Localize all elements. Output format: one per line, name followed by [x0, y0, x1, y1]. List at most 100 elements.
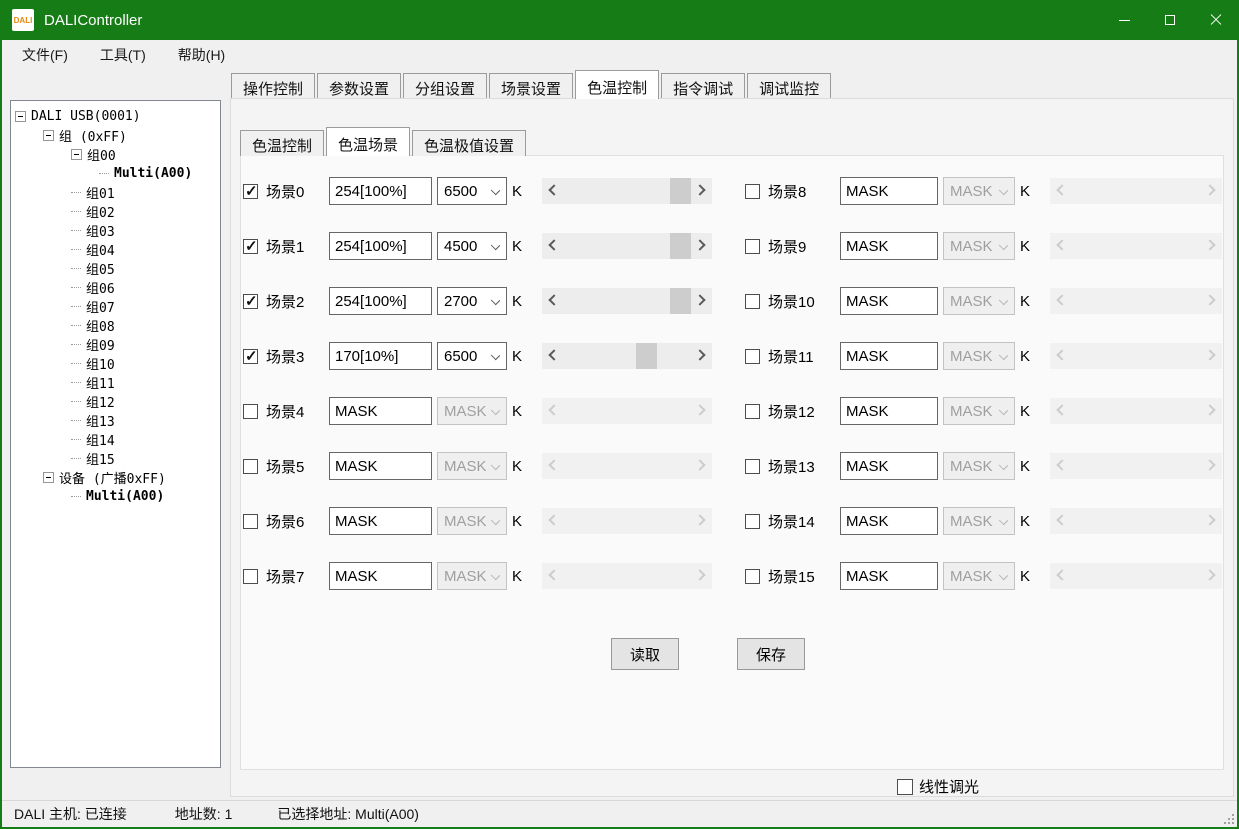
scroll-right-icon[interactable]: [1204, 514, 1215, 525]
scroll-left-icon[interactable]: [1056, 184, 1067, 195]
tree-item[interactable]: 组09: [11, 335, 220, 354]
scroll-right-icon[interactable]: [1204, 569, 1215, 580]
close-button[interactable]: [1193, 0, 1239, 40]
scene-temp-dropdown[interactable]: MASK: [943, 397, 1015, 425]
tree-item[interactable]: 组11: [11, 373, 220, 392]
scroll-left-icon[interactable]: [548, 459, 559, 470]
tree-expand-icon[interactable]: [43, 130, 54, 141]
scene-level-input[interactable]: [329, 397, 432, 425]
scene-temp-scrollbar[interactable]: [542, 398, 712, 424]
tab-色温控制[interactable]: 色温控制: [575, 70, 659, 99]
scene-temp-scrollbar[interactable]: [542, 343, 712, 369]
linear-dimming-checkbox[interactable]: [897, 779, 913, 795]
tree-item[interactable]: 组00: [11, 145, 220, 164]
tree-item[interactable]: 组01: [11, 183, 220, 202]
scrollbar-thumb[interactable]: [670, 288, 691, 314]
tree-item[interactable]: 组 (0xFF): [11, 126, 220, 145]
scene-level-input[interactable]: [329, 232, 432, 260]
tree-item[interactable]: DALI USB(0001): [11, 107, 220, 126]
scroll-right-icon[interactable]: [1204, 404, 1215, 415]
scene-checkbox[interactable]: [745, 569, 760, 584]
scene-level-input[interactable]: [840, 232, 938, 260]
scene-checkbox[interactable]: [243, 569, 258, 584]
scene-level-input[interactable]: [329, 507, 432, 535]
scene-level-input[interactable]: [840, 507, 938, 535]
save-button[interactable]: 保存: [737, 638, 805, 670]
tree-item[interactable]: 组03: [11, 221, 220, 240]
scroll-left-icon[interactable]: [548, 239, 559, 250]
scene-level-input[interactable]: [329, 177, 432, 205]
scene-temp-dropdown[interactable]: 6500: [437, 177, 507, 205]
tree-item[interactable]: Multi(A00): [11, 164, 220, 183]
scroll-right-icon[interactable]: [1204, 459, 1215, 470]
tree-expand-icon[interactable]: [43, 472, 54, 483]
read-button[interactable]: 读取: [611, 638, 679, 670]
tab-分组设置[interactable]: 分组设置: [403, 73, 487, 99]
scene-temp-scrollbar[interactable]: [1050, 453, 1222, 479]
scene-temp-dropdown[interactable]: 2700: [437, 287, 507, 315]
scroll-left-icon[interactable]: [548, 514, 559, 525]
scroll-left-icon[interactable]: [548, 184, 559, 195]
scene-temp-dropdown[interactable]: 4500: [437, 232, 507, 260]
tree-item[interactable]: 组04: [11, 240, 220, 259]
scroll-left-icon[interactable]: [1056, 294, 1067, 305]
scroll-left-icon[interactable]: [1056, 514, 1067, 525]
scene-checkbox[interactable]: ✓: [243, 184, 258, 199]
scene-checkbox[interactable]: [745, 514, 760, 529]
scroll-right-icon[interactable]: [694, 349, 705, 360]
scene-level-input[interactable]: [329, 452, 432, 480]
scroll-right-icon[interactable]: [1204, 349, 1215, 360]
minimize-button[interactable]: [1101, 0, 1147, 40]
tree-item[interactable]: 组06: [11, 278, 220, 297]
scene-checkbox[interactable]: ✓: [243, 294, 258, 309]
scene-temp-scrollbar[interactable]: [1050, 563, 1222, 589]
scene-temp-scrollbar[interactable]: [542, 178, 712, 204]
scroll-left-icon[interactable]: [548, 404, 559, 415]
scene-temp-dropdown[interactable]: MASK: [943, 507, 1015, 535]
scene-temp-scrollbar[interactable]: [542, 288, 712, 314]
scene-temp-dropdown[interactable]: MASK: [437, 562, 507, 590]
scroll-left-icon[interactable]: [1056, 404, 1067, 415]
scrollbar-thumb[interactable]: [670, 233, 691, 259]
scene-checkbox[interactable]: [243, 514, 258, 529]
scroll-left-icon[interactable]: [548, 294, 559, 305]
tab-参数设置[interactable]: 参数设置: [317, 73, 401, 99]
scene-checkbox[interactable]: ✓: [243, 349, 258, 364]
subtab-色温极值设置[interactable]: 色温极值设置: [412, 130, 526, 156]
scroll-right-icon[interactable]: [694, 404, 705, 415]
tab-场景设置[interactable]: 场景设置: [489, 73, 573, 99]
scene-level-input[interactable]: [329, 287, 432, 315]
scroll-right-icon[interactable]: [694, 184, 705, 195]
scroll-left-icon[interactable]: [1056, 349, 1067, 360]
tree-item[interactable]: 设备 (广播0xFF): [11, 468, 220, 487]
scene-level-input[interactable]: [840, 562, 938, 590]
menu-item-0[interactable]: 文件(F): [10, 40, 80, 70]
scene-checkbox[interactable]: [745, 294, 760, 309]
scene-temp-scrollbar[interactable]: [1050, 233, 1222, 259]
scene-level-input[interactable]: [840, 342, 938, 370]
scene-checkbox[interactable]: [243, 404, 258, 419]
tree-expand-icon[interactable]: [15, 111, 26, 122]
scene-temp-dropdown[interactable]: MASK: [943, 287, 1015, 315]
scene-temp-scrollbar[interactable]: [1050, 178, 1222, 204]
tree-item[interactable]: 组12: [11, 392, 220, 411]
scrollbar-thumb[interactable]: [636, 343, 657, 369]
tree-item[interactable]: 组08: [11, 316, 220, 335]
scene-level-input[interactable]: [840, 287, 938, 315]
scene-temp-scrollbar[interactable]: [1050, 508, 1222, 534]
tree-item[interactable]: 组14: [11, 430, 220, 449]
scene-checkbox[interactable]: [243, 459, 258, 474]
scene-temp-dropdown[interactable]: MASK: [437, 452, 507, 480]
tree-item[interactable]: 组13: [11, 411, 220, 430]
scroll-right-icon[interactable]: [694, 239, 705, 250]
resize-grip[interactable]: [1222, 812, 1234, 824]
tree-item[interactable]: 组15: [11, 449, 220, 468]
scene-temp-scrollbar[interactable]: [1050, 398, 1222, 424]
scene-temp-scrollbar[interactable]: [542, 508, 712, 534]
scene-temp-dropdown[interactable]: MASK: [943, 177, 1015, 205]
tree-item[interactable]: Multi(A00): [11, 487, 220, 506]
scene-temp-dropdown[interactable]: MASK: [437, 507, 507, 535]
scene-checkbox[interactable]: [745, 184, 760, 199]
scene-temp-dropdown[interactable]: MASK: [437, 397, 507, 425]
menu-item-1[interactable]: 工具(T): [88, 40, 158, 70]
